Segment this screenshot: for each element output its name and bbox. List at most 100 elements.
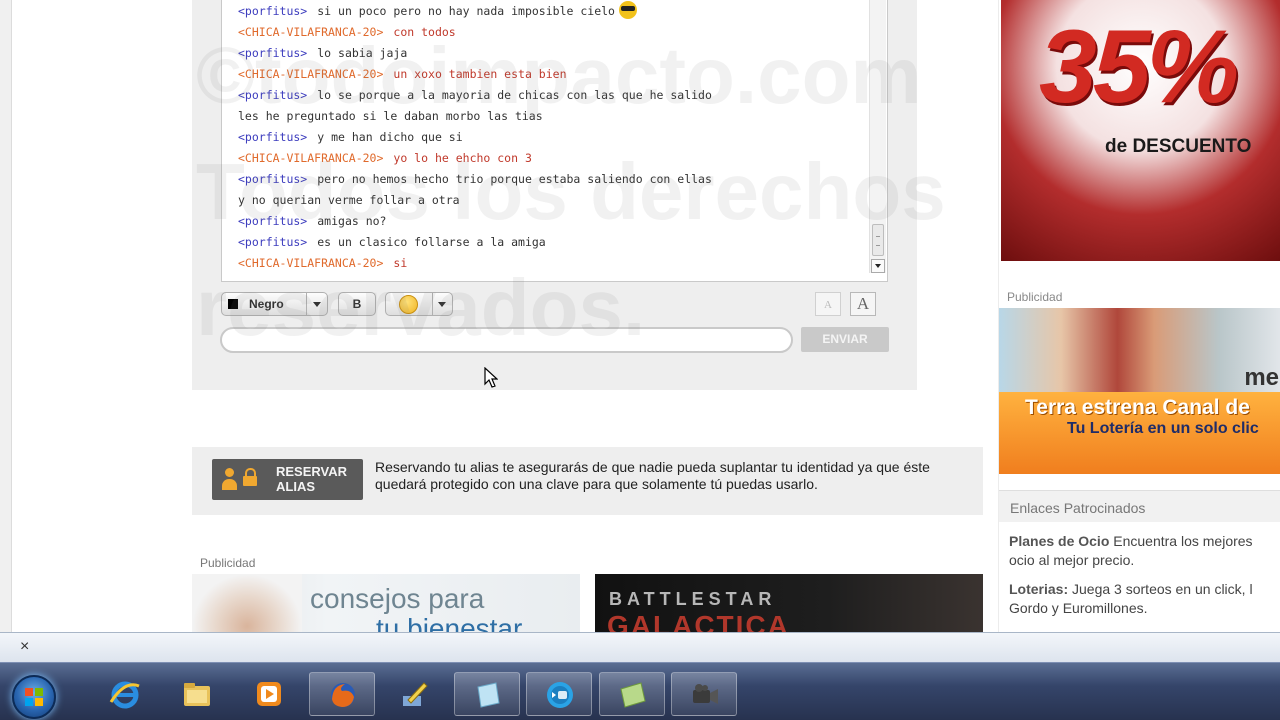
taskbar-media-player[interactable] [236,672,302,716]
sponsored-link-text: Encuentra los mejores [1109,533,1253,549]
user-icon [222,468,237,490]
chat-nickname[interactable]: <porfitus> [238,235,307,249]
notepad-icon [477,682,500,708]
sponsored-link[interactable]: Planes de Ocio Encuentra los mejores oci… [999,522,1280,570]
media-player-icon [257,682,281,706]
sunglasses-emoji-icon [618,1,637,19]
video-camera-icon [693,684,718,704]
note-icon [620,682,646,708]
scroll-down-arrow-icon[interactable] [871,259,885,273]
chat-nickname[interactable]: <CHICA-VILAFRANCA-20> [238,25,383,39]
text-color-label: Negro [249,297,284,311]
libraries-folder-icon [184,683,210,706]
reserve-alias-label: RESERVAR ALIAS [276,464,348,494]
taskbar-notepad[interactable] [454,672,520,716]
chat-nickname[interactable]: <CHICA-VILAFRANCA-20> [238,67,383,81]
lock-icon [243,468,257,486]
ad-battlestar-banner[interactable]: BATTLESTAR GALACTICA [595,574,983,632]
chat-message: <CHICA-VILAFRANCA-20> yo lo he ehcho con … [238,148,848,169]
decrease-font-button[interactable]: A [815,292,841,316]
bold-button[interactable]: B [338,292,376,316]
chat-message-text: amigas no? [317,214,387,228]
sponsored-links: Enlaces Patrocinados Planes de Ocio Encu… [999,490,1280,632]
sponsored-link-title[interactable]: Loterias: [1009,581,1068,597]
chat-message-text: lo sabia jaja [317,46,408,60]
chat-message-text: pero no hemos hecho trio porque estaba s… [317,172,712,186]
taskbar-internet-explorer[interactable] [92,672,158,716]
chevron-down-icon[interactable] [438,302,446,307]
ad-terra-banner[interactable]: me Terra estrena Canal de Tu Lotería en … [999,308,1280,474]
taskbar [0,662,1280,720]
find-bar: × [0,632,1280,662]
right-sidebar: 35% de DESCUENTO Publicidad me Terra est… [998,0,1280,632]
taskbar-firefox[interactable] [309,672,375,716]
chat-message-text: si [393,256,408,270]
chat-nickname[interactable]: <CHICA-VILAFRANCA-20> [238,151,383,165]
ad-terra-text-area: Terra estrena Canal de Tu Lotería en un … [999,392,1280,474]
chat-message-text: lo se porque a la mayoria de chicas con … [317,88,712,102]
chat-message-text: si un poco pero no hay nada imposible ci… [317,4,615,18]
chat-nickname[interactable]: <porfitus> [238,46,307,60]
tool-icon [403,682,428,706]
firefox-icon [331,683,355,707]
sponsored-link[interactable]: Loterias: Juega 3 sorteos en un click, l… [999,570,1280,618]
dropdown-divider [432,293,433,315]
chat-nickname[interactable]: <porfitus> [238,88,307,102]
ad-consejos-banner[interactable]: consejos para tu bienestar [192,574,580,632]
windows-logo-icon [25,688,43,706]
chat-nickname[interactable]: <porfitus> [238,130,307,144]
chat-message: <porfitus> amigas no? [238,211,848,232]
sponsored-links-title: Enlaces Patrocinados [999,490,1280,522]
chat-nickname[interactable]: <porfitus> [238,4,307,18]
ad-title: BATTLESTAR [609,589,777,609]
increase-font-button[interactable]: A [850,292,876,316]
chat-message: <CHICA-VILAFRANCA-20> un xoxo tambien est… [238,64,848,85]
bs-player-icon [547,682,573,708]
chat-scrollbar[interactable] [869,0,886,273]
send-button[interactable]: ENVIAR [801,327,889,352]
emoticon-dropdown[interactable] [385,292,453,316]
chat-nickname[interactable]: <porfitus> [238,214,307,228]
taskbar-libraries[interactable] [164,672,230,716]
ad-subtitle: GALACTICA [607,610,790,632]
chevron-down-icon[interactable] [313,302,321,307]
message-input[interactable] [220,327,793,353]
ad-subheadline: tu bienestar [376,613,523,632]
chat-message-text: con todos [393,25,456,39]
chat-nickname[interactable]: <porfitus> [238,172,307,186]
smiley-icon[interactable] [399,295,418,314]
mouse-cursor-icon [484,367,498,388]
chat-nickname[interactable]: <CHICA-VILAFRANCA-20> [238,256,383,270]
chat-lines: <porfitus> si un poco pero no hay nada im… [238,1,848,274]
chat-message-text: es un clasico follarse a la amiga [317,235,546,249]
dropdown-divider [306,293,307,315]
text-color-dropdown[interactable]: Negro [221,292,328,316]
start-button[interactable] [12,675,56,719]
sponsored-link-title[interactable]: Planes de Ocio [1009,533,1109,549]
chat-message: <porfitus> lo se porque a la mayoria de c… [238,85,848,106]
close-icon[interactable]: × [20,638,29,656]
chat-message: <porfitus> y me han dicho que si [238,127,848,148]
reserve-alias-description: Reservando tu alias te asegurarás de que… [375,459,930,492]
chat-message-text: les he preguntado si le daban morbo las … [238,109,543,123]
chat-message-text: yo lo he ehcho con 3 [393,151,532,165]
reserve-alias-button[interactable]: RESERVAR ALIAS [212,459,363,500]
color-swatch [228,299,238,309]
browser-left-edge [0,0,12,632]
sponsored-link-text: ocio al mejor precio. [1009,552,1135,568]
scrollbar-thumb[interactable] [872,224,884,256]
ad-discount-banner[interactable]: 35% de DESCUENTO [1001,0,1280,261]
ad-photo [192,574,302,632]
taskbar-bs-player[interactable] [526,672,592,716]
discount-percentage: 35% [1039,9,1239,125]
sponsored-link-text: Gordo y Euromillones. [1009,600,1148,616]
chat-message: <CHICA-VILAFRANCA-20> con todos [238,22,848,43]
reserve-alias-banner: RESERVAR ALIAS Reservando tu alias te as… [192,447,983,515]
chat-message: <porfitus> si un poco pero no hay nada im… [238,1,848,22]
ad-headline: consejos para [310,583,485,614]
taskbar-tool[interactable] [381,672,447,716]
taskbar-note[interactable] [599,672,665,716]
chat-message-text: y no querian verme follar a otra [238,193,460,207]
ad-photos [999,308,1280,392]
taskbar-video-camera[interactable] [671,672,737,716]
